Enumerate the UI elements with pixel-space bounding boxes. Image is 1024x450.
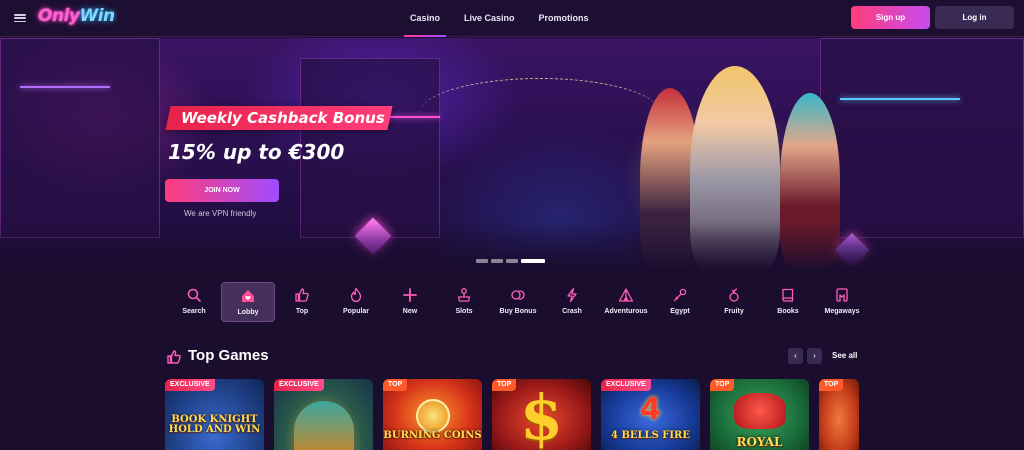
game-badge: EXCLUSIVE	[165, 379, 215, 391]
game-card[interactable]: ROYAL TOP	[710, 379, 809, 450]
game-badge: TOP	[819, 379, 844, 391]
category-label: Megaways	[824, 308, 860, 315]
onlywin-logo[interactable]: OnlyWin	[38, 6, 115, 26]
game-badge: EXCLUSIVE	[274, 379, 324, 391]
carousel-dots	[476, 259, 545, 263]
book-icon	[782, 288, 794, 302]
category-label: Search	[182, 308, 206, 315]
game-badge: EXCLUSIVE	[601, 379, 651, 391]
scene-building-right	[820, 38, 1024, 238]
ankh-icon	[673, 288, 687, 302]
nav-promotions[interactable]: Promotions	[527, 0, 601, 37]
bonus-offer: 15% up to €300	[168, 140, 345, 164]
signup-button[interactable]: Sign up	[851, 6, 930, 29]
hero-banner[interactable]: Weekly Cashback Bonus 15% up to €300 JOI…	[0, 38, 1024, 272]
carousel-prev-button[interactable]: ‹	[788, 348, 803, 364]
bonus-title: Weekly Cashback Bonus	[181, 109, 385, 127]
category-label: Fruity	[724, 308, 744, 315]
game-card[interactable]: $ TOP	[492, 379, 591, 450]
lobby-icon	[242, 290, 254, 302]
thumbs-up-icon	[167, 350, 181, 364]
neon-sign-line	[20, 86, 110, 88]
number-four-art: 4	[640, 392, 661, 427]
neon-sign-line	[840, 98, 960, 100]
hamburger-menu-icon[interactable]	[14, 12, 26, 24]
game-title: ROYAL	[736, 435, 783, 449]
category-label: Top	[295, 308, 309, 315]
category-label: Crash	[562, 308, 582, 315]
game-title: BOOK KNIGHT HOLD AND WIN	[168, 414, 261, 435]
category-new[interactable]: New	[383, 282, 437, 322]
top-games-title: Top Games	[188, 347, 269, 364]
category-popular[interactable]: Popular	[329, 282, 383, 322]
category-label: Adventurous	[604, 308, 648, 315]
see-all-link[interactable]: See all	[832, 351, 857, 360]
tent-icon	[618, 288, 634, 302]
flame-icon	[350, 287, 362, 303]
cherry-icon	[729, 288, 739, 302]
vpn-note: We are VPN friendly	[184, 209, 257, 218]
game-card[interactable]: BOOK KNIGHT HOLD AND WIN EXCLUSIVE	[165, 379, 264, 450]
game-badge: TOP	[710, 379, 735, 391]
megaways-icon	[836, 288, 848, 302]
category-crash[interactable]: Crash	[545, 282, 599, 322]
game-card[interactable]: 4 4 BELLS FIRE EXCLUSIVE	[601, 379, 700, 450]
category-bar: Search Lobby Top Popular New Slots Buy B…	[167, 282, 869, 322]
game-card[interactable]: TOP	[819, 379, 859, 450]
top-header: OnlyWin Casino Live Casino Promotions Si…	[0, 0, 1024, 37]
category-megaways[interactable]: Megaways	[815, 282, 869, 322]
game-card[interactable]: EXCLUSIVE	[274, 379, 373, 450]
category-label: Books	[777, 308, 799, 315]
category-egypt[interactable]: Egypt	[653, 282, 707, 322]
fire-coin-art	[415, 399, 450, 433]
category-label: Buy Bonus	[499, 308, 537, 315]
category-top[interactable]: Top	[275, 282, 329, 322]
category-books[interactable]: Books	[761, 282, 815, 322]
game-card[interactable]: BURNING COINS TOP	[383, 379, 482, 450]
joystick-icon	[457, 288, 471, 302]
category-label: Lobby	[237, 309, 259, 316]
plus-icon	[403, 288, 417, 302]
hero-fade	[0, 222, 1024, 272]
carousel-next-button[interactable]: ›	[807, 348, 822, 364]
main-nav: Casino Live Casino Promotions	[398, 0, 601, 37]
category-buy-bonus[interactable]: Buy Bonus	[491, 282, 545, 322]
nav-casino[interactable]: Casino	[398, 0, 452, 37]
string-lights	[420, 78, 660, 148]
nav-live-casino[interactable]: Live Casino	[452, 0, 527, 37]
category-search[interactable]: Search	[167, 282, 221, 322]
join-now-button[interactable]: JOIN NOW	[165, 179, 279, 202]
game-badge: TOP	[492, 379, 517, 391]
category-label: Popular	[342, 308, 370, 315]
category-label: Slots	[455, 308, 473, 315]
game-badge: TOP	[383, 379, 408, 391]
dollar-sign-art: $	[519, 381, 564, 450]
thumbs-up-icon	[295, 288, 309, 302]
lightning-icon	[567, 287, 577, 303]
game-title: BURNING COINS	[383, 430, 482, 441]
category-label: New	[402, 308, 418, 315]
login-button[interactable]: Log in	[935, 6, 1014, 29]
category-label: Egypt	[670, 308, 690, 315]
carousel-dot[interactable]	[491, 259, 503, 263]
category-fruity[interactable]: Fruity	[707, 282, 761, 322]
game-character-art	[293, 401, 354, 450]
search-icon	[187, 288, 201, 302]
coins-icon	[511, 290, 525, 300]
scene-building-left	[0, 38, 160, 238]
game-title: 4 BELLS FIRE	[611, 430, 690, 441]
category-adventurous[interactable]: Adventurous	[599, 282, 653, 322]
category-slots[interactable]: Slots	[437, 282, 491, 322]
top-games-row: BOOK KNIGHT HOLD AND WIN EXCLUSIVE EXCLU…	[165, 379, 859, 450]
money-bag-art	[733, 393, 786, 429]
category-lobby[interactable]: Lobby	[221, 282, 275, 322]
carousel-dot[interactable]	[476, 259, 488, 263]
carousel-dot[interactable]	[506, 259, 518, 263]
carousel-dot-active[interactable]	[521, 259, 545, 263]
